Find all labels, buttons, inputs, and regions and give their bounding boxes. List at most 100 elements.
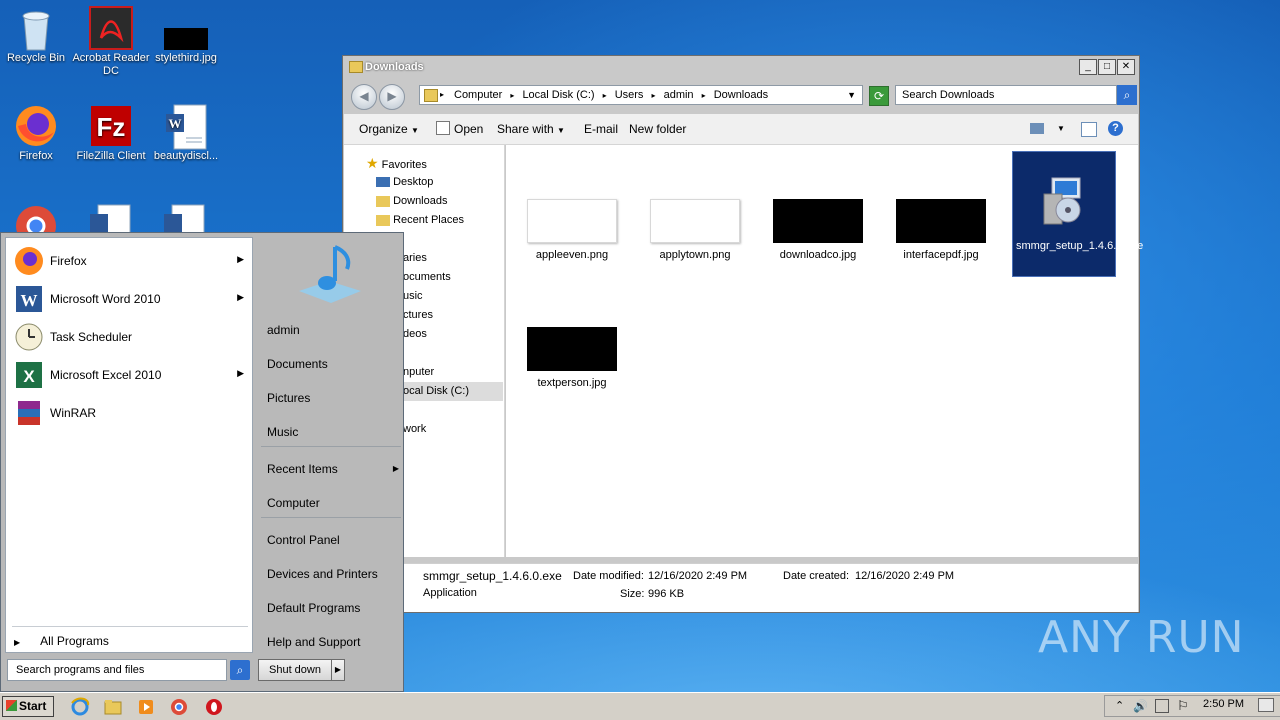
window-title: Downloads	[365, 61, 424, 73]
file-name: downloadco.jpg	[779, 249, 857, 261]
file-item-selected[interactable]: smmgr_setup_1.4.6.0.exe	[1012, 151, 1143, 277]
title-bar[interactable]: Downloads _ □ ✕	[343, 56, 1139, 78]
forward-button[interactable]: ▶	[379, 84, 405, 110]
start-item-computer[interactable]: Computer	[267, 496, 320, 510]
maximize-button[interactable]: □	[1098, 59, 1116, 75]
shutdown-button[interactable]: Shut down	[258, 659, 332, 681]
minimize-button[interactable]: _	[1079, 59, 1097, 75]
start-item-admin[interactable]: admin	[267, 323, 300, 337]
file-name: textperson.jpg	[537, 377, 607, 389]
media-player-icon[interactable]	[136, 697, 156, 717]
file-item[interactable]: downloadco.jpg	[766, 199, 870, 262]
breadcrumb-users[interactable]: Users	[615, 89, 644, 101]
help-icon[interactable]: ?	[1108, 121, 1123, 136]
file-item[interactable]: interfacepdf.jpg	[889, 199, 993, 262]
detail-modified-label: Date modified:	[573, 570, 644, 582]
start-button[interactable]: Start	[2, 696, 54, 717]
desktop-icon-beautydisc[interactable]: W beautydiscl...	[150, 104, 222, 163]
acrobat-icon	[89, 6, 133, 50]
shutdown-options-arrow-icon[interactable]: ▶	[331, 659, 345, 681]
search-icon[interactable]: ⌕	[230, 660, 250, 680]
desktop-icon-filezilla[interactable]: Fz FileZilla Client	[75, 104, 147, 163]
nav-downloads[interactable]: Downloads	[376, 192, 447, 211]
show-hidden-icons-icon[interactable]: ⌃	[1115, 699, 1124, 712]
file-item[interactable]: appleeven.png	[520, 199, 624, 262]
nav-videos[interactable]: deos	[403, 325, 427, 344]
new-folder-button[interactable]: New folder	[629, 122, 686, 136]
word-doc-icon	[88, 204, 132, 232]
breadcrumb-downloads[interactable]: Downloads	[714, 89, 768, 101]
nav-network[interactable]: work	[403, 420, 426, 439]
installer-icon	[1034, 172, 1094, 232]
breadcrumb-computer[interactable]: Computer	[454, 89, 502, 101]
image-thumbnail	[896, 199, 986, 243]
view-icon[interactable]	[1030, 123, 1044, 134]
nav-pictures[interactable]: ctures	[403, 306, 433, 325]
file-explorer-icon[interactable]	[103, 697, 123, 717]
program-task-scheduler[interactable]: Task Scheduler	[6, 318, 252, 356]
program-word[interactable]: W Microsoft Word 2010 ▶	[6, 280, 252, 318]
svg-text:W: W	[169, 116, 182, 131]
nav-recent-places[interactable]: Recent Places	[376, 211, 464, 230]
desktop-icon-firefox[interactable]: Firefox	[0, 104, 72, 163]
file-item[interactable]: textperson.jpg	[520, 327, 624, 390]
chrome-icon[interactable]	[169, 697, 189, 717]
star-icon: ★	[366, 155, 379, 171]
breadcrumb-local-disk[interactable]: Local Disk (C:)	[522, 89, 594, 101]
search-input[interactable]: Search Downloads	[895, 85, 1117, 105]
chevron-icon: ▸	[510, 91, 515, 100]
address-row: ◀ ▶ ▸ Computer ▸ Local Disk (C:) ▸ Users…	[347, 82, 1137, 110]
start-item-documents[interactable]: Documents	[267, 357, 328, 371]
close-button[interactable]: ✕	[1117, 59, 1135, 75]
nav-desktop[interactable]: Desktop	[376, 173, 433, 192]
start-item-music[interactable]: Music	[267, 425, 298, 439]
program-winrar[interactable]: WinRAR	[6, 394, 252, 432]
folder-icon	[376, 214, 390, 226]
share-with-button[interactable]: Share with ▼	[497, 122, 565, 136]
refresh-button[interactable]: ⟳	[869, 86, 889, 106]
excel-icon: X	[14, 360, 44, 390]
start-item-recent-items[interactable]: Recent Items ▶	[267, 462, 399, 476]
divider	[12, 626, 248, 627]
start-item-control-panel[interactable]: Control Panel	[267, 533, 340, 547]
open-button[interactable]: Open	[454, 122, 483, 136]
detail-size-label: Size:	[620, 588, 645, 600]
email-button[interactable]: E-mail	[584, 122, 618, 136]
nav-local-disk[interactable]: ocal Disk (C:)	[403, 382, 503, 401]
address-bar[interactable]: ▸ Computer ▸ Local Disk (C:) ▸ Users ▸ a…	[419, 85, 863, 105]
nav-libraries[interactable]: aries	[403, 249, 427, 268]
all-programs-button[interactable]: ▶ All Programs	[14, 634, 109, 648]
action-center-flag-icon[interactable]: ⚐	[1177, 698, 1189, 714]
program-firefox[interactable]: Firefox ▶	[6, 242, 252, 280]
back-button[interactable]: ◀	[351, 84, 377, 110]
recycle-bin-icon	[14, 6, 58, 51]
show-desktop-icon[interactable]	[1258, 698, 1274, 712]
volume-icon[interactable]: 🔊	[1133, 699, 1148, 713]
breadcrumb-admin[interactable]: admin	[664, 89, 694, 101]
nav-music[interactable]: usic	[403, 287, 423, 306]
start-item-devices-printers[interactable]: Devices and Printers	[267, 567, 378, 581]
word-doc-icon	[162, 204, 206, 232]
nav-documents[interactable]: ocuments	[403, 268, 451, 287]
detail-filename: smmgr_setup_1.4.6.0.exe	[423, 569, 562, 583]
nav-computer[interactable]: nputer	[403, 363, 434, 382]
nav-favorites[interactable]: ★ Favorites	[366, 154, 427, 173]
start-item-help-support[interactable]: Help and Support	[267, 635, 360, 649]
chevron-down-icon[interactable]: ▼	[1057, 124, 1065, 133]
start-item-pictures[interactable]: Pictures	[267, 391, 310, 405]
chevron-down-icon[interactable]: ▼	[847, 86, 856, 104]
desktop-icon-stylethird[interactable]: stylethird.jpg	[150, 6, 222, 65]
opera-icon[interactable]	[204, 697, 224, 717]
organize-button[interactable]: Organize ▼	[359, 122, 419, 136]
preview-pane-icon[interactable]	[1081, 122, 1097, 137]
network-icon[interactable]	[1155, 699, 1169, 713]
clock[interactable]: 2:50 PM	[1203, 698, 1244, 710]
program-excel[interactable]: X Microsoft Excel 2010 ▶	[6, 356, 252, 394]
file-item[interactable]: applytown.png	[643, 199, 747, 262]
start-item-default-programs[interactable]: Default Programs	[267, 601, 360, 615]
desktop-icon-recycle-bin[interactable]: Recycle Bin	[0, 6, 72, 65]
start-search-input[interactable]: Search programs and files	[7, 659, 227, 681]
internet-explorer-icon[interactable]	[70, 697, 90, 717]
search-icon[interactable]: ⌕	[1117, 85, 1137, 105]
desktop-icon-acrobat[interactable]: Acrobat Reader DC	[72, 6, 150, 78]
